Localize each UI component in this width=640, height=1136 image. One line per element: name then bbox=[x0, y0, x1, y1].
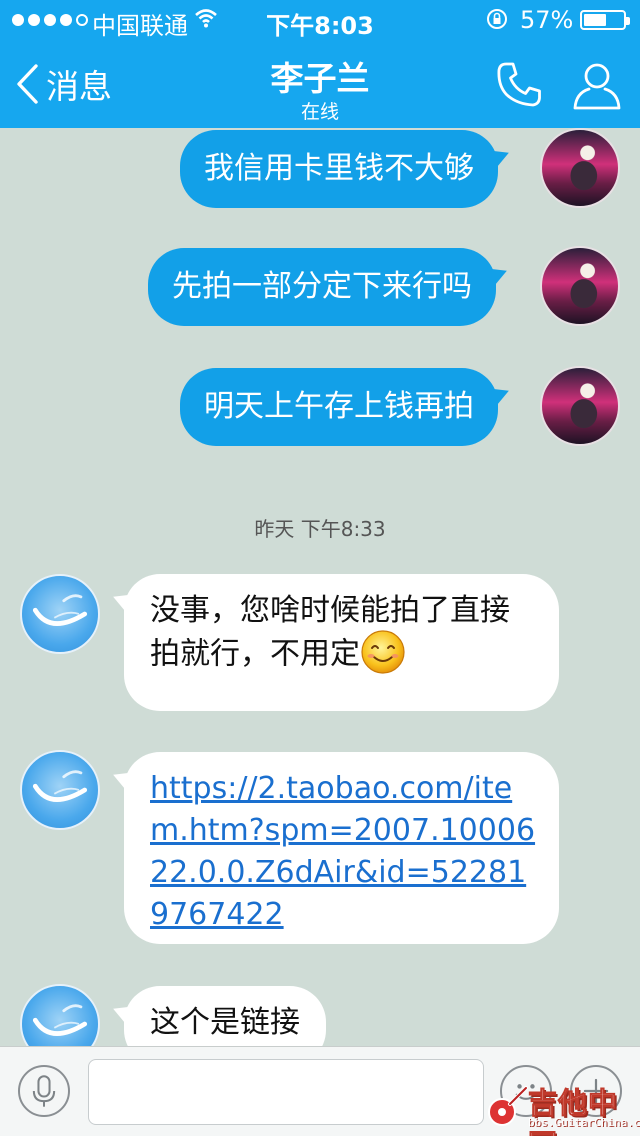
smile-emoji-icon bbox=[361, 630, 405, 674]
message-timestamp: 昨天 下午8:33 bbox=[254, 517, 386, 541]
battery-icon bbox=[580, 10, 630, 30]
contact-avatar[interactable] bbox=[20, 750, 100, 830]
contact-avatar[interactable] bbox=[20, 574, 100, 654]
outgoing-message-bubble[interactable]: 先拍一部分定下来行吗 bbox=[148, 248, 496, 326]
voice-input-button[interactable] bbox=[18, 1065, 70, 1117]
outgoing-message-bubble[interactable]: 我信用卡里钱不大够 bbox=[180, 130, 498, 208]
watermark: 吉他中国 bbs.GuitarChina.com bbox=[484, 1080, 640, 1136]
message-input[interactable] bbox=[88, 1059, 484, 1125]
chat-message-list[interactable]: 我信用卡里钱不大够 先拍一部分定下来行吗 明天上午存上钱再拍 昨天 下午8:33… bbox=[0, 128, 640, 1046]
feather-icon bbox=[32, 770, 88, 802]
feather-icon bbox=[32, 594, 88, 626]
microphone-icon bbox=[32, 1075, 56, 1107]
contact-avatar[interactable] bbox=[20, 984, 100, 1046]
message-link[interactable]: https://2.taobao.com/item.htm?spm=2007.1… bbox=[150, 768, 536, 936]
my-avatar[interactable] bbox=[540, 246, 620, 326]
incoming-message-bubble[interactable]: https://2.taobao.com/item.htm?spm=2007.1… bbox=[124, 752, 559, 944]
feather-icon bbox=[32, 1004, 88, 1036]
my-avatar[interactable] bbox=[540, 366, 620, 446]
incoming-message-bubble[interactable]: 这个是链接 bbox=[124, 986, 326, 1046]
message-text: 我信用卡里钱不大够 bbox=[204, 151, 474, 186]
profile-icon[interactable] bbox=[570, 58, 624, 112]
message-text: 先拍一部分定下来行吗 bbox=[172, 269, 472, 304]
message-text: 明天上午存上钱再拍 bbox=[204, 389, 474, 424]
status-bar: 中国联通 下午8:03 57% bbox=[0, 0, 640, 40]
phone-icon[interactable] bbox=[492, 58, 546, 112]
guitar-logo-icon bbox=[488, 1086, 528, 1126]
header-bar: 中国联通 下午8:03 57% 消息 李子兰 在线 bbox=[0, 0, 640, 128]
watermark-subtext: bbs.GuitarChina.com bbox=[528, 1116, 640, 1129]
message-text: 这个是链接 bbox=[150, 1005, 300, 1040]
incoming-message-bubble[interactable]: 没事，您啥时候能拍了直接拍就行，不用定 bbox=[124, 574, 559, 711]
battery-percentage: 57% bbox=[520, 6, 574, 34]
my-avatar[interactable] bbox=[540, 128, 620, 208]
message-text: 没事，您啥时候能拍了直接拍就行，不用定 bbox=[150, 593, 510, 672]
rotation-lock-icon bbox=[487, 9, 507, 29]
outgoing-message-bubble[interactable]: 明天上午存上钱再拍 bbox=[180, 368, 498, 446]
